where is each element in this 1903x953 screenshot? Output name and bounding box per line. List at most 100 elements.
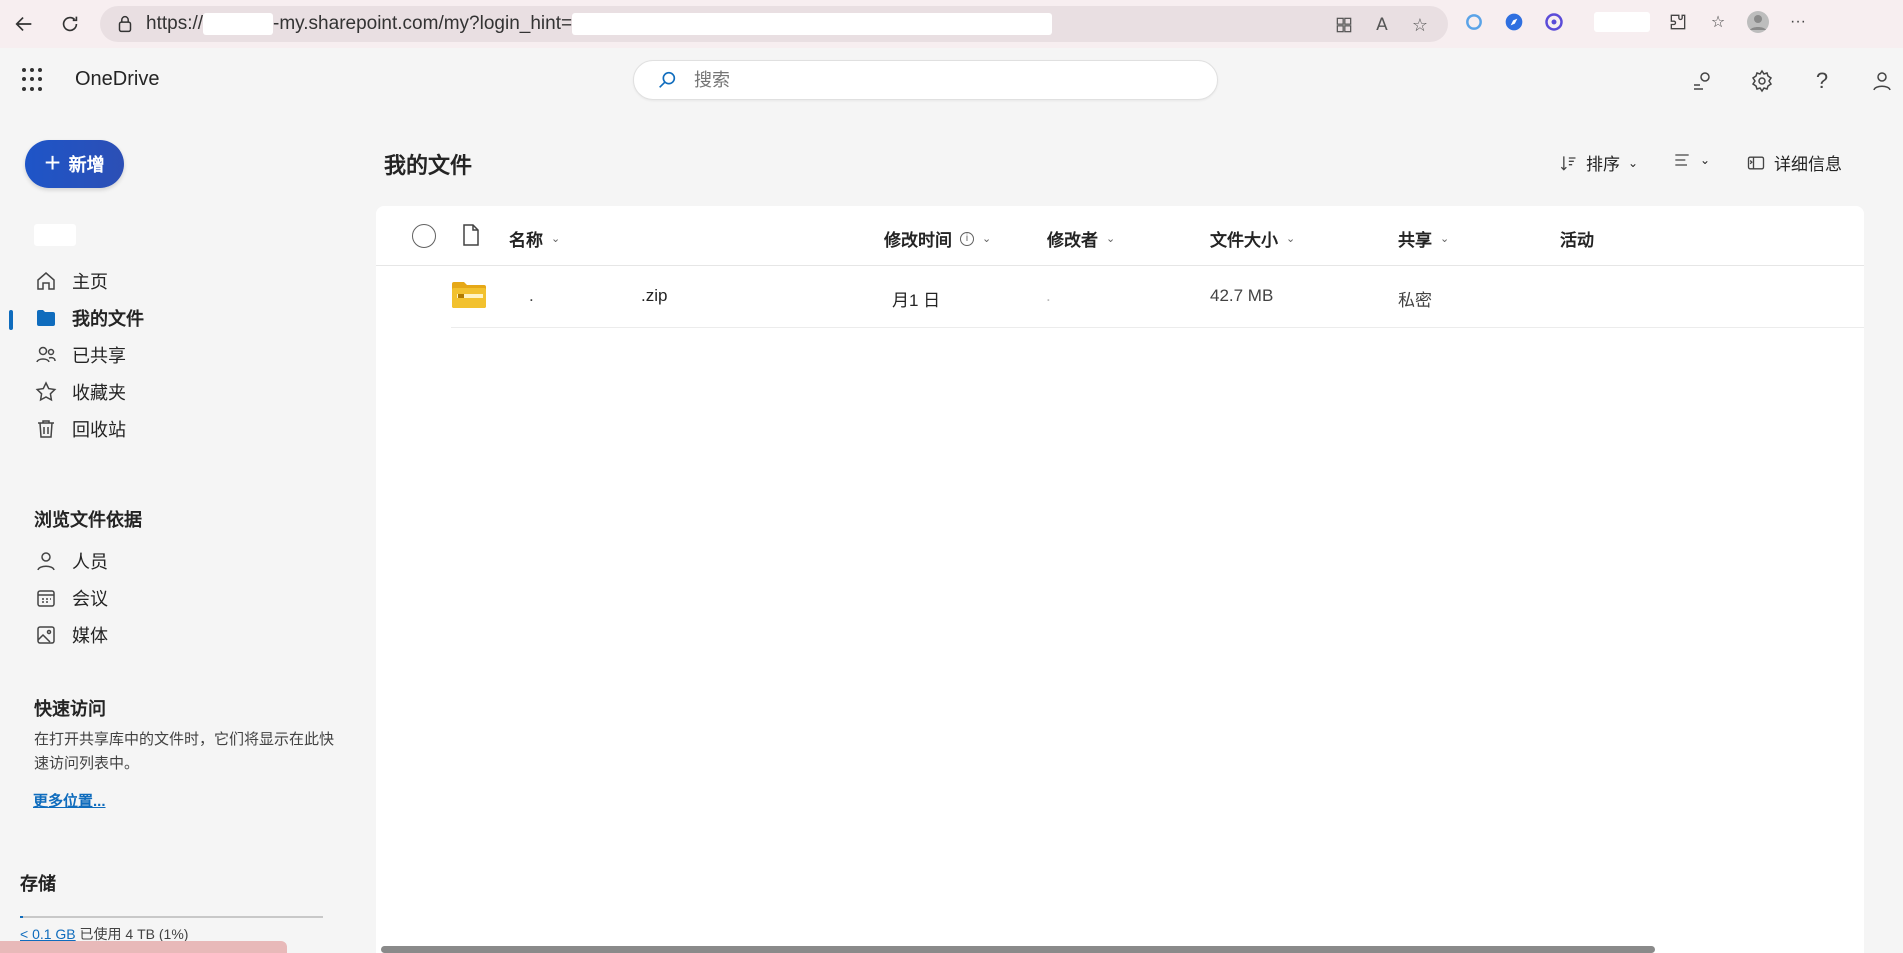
- storage-bar: [20, 916, 323, 918]
- apps-icon[interactable]: [1332, 13, 1356, 37]
- nav-item-label: 媒体: [72, 626, 108, 646]
- table-row[interactable]: . .zip 月1 日 . 42.7 MB 私密: [451, 266, 1864, 328]
- feedback-icon[interactable]: [1687, 66, 1717, 96]
- star-icon: [35, 381, 57, 402]
- search-input[interactable]: [694, 69, 1217, 91]
- storage-title: 存储: [20, 874, 56, 894]
- chevron-down-icon: ⌄: [1286, 233, 1296, 245]
- search-box[interactable]: [633, 60, 1218, 100]
- nav-item-shared[interactable]: 已共享: [0, 335, 372, 375]
- taskbar-fragment: [0, 941, 287, 953]
- column-header-name[interactable]: 名称 ⌄: [509, 226, 560, 251]
- nav-item-label: 我的文件: [72, 309, 144, 329]
- extension-aperture-icon[interactable]: [1542, 10, 1566, 34]
- nav-item-people[interactable]: 人员: [0, 541, 372, 581]
- redacted-extension: [1594, 12, 1650, 32]
- file-size: 42.7 MB: [1210, 286, 1274, 305]
- file-name-prefix[interactable]: .: [529, 286, 534, 306]
- app-launcher-icon[interactable]: [22, 68, 46, 92]
- sort-icon: [1560, 155, 1576, 171]
- chevron-down-icon: ⌄: [1628, 155, 1639, 170]
- more-icon[interactable]: ···: [1786, 10, 1810, 34]
- select-all-checkbox[interactable]: [412, 224, 436, 248]
- url-middle: -my.sharepoint.com/my?login_hint=: [273, 13, 573, 34]
- sort-button[interactable]: 排序 ⌄: [1558, 150, 1638, 175]
- column-label: 名称: [509, 231, 543, 250]
- column-label: 文件大小: [1210, 231, 1278, 250]
- app-name[interactable]: OneDrive: [75, 68, 159, 91]
- back-icon[interactable]: [4, 4, 44, 44]
- plus-icon: +: [44, 146, 61, 178]
- nav-item-label: 已共享: [72, 346, 126, 366]
- person-icon: [37, 552, 55, 571]
- extension-circle-icon[interactable]: [1462, 10, 1486, 34]
- details-pane-icon: [1747, 156, 1765, 169]
- nav-item-label: 会议: [72, 589, 108, 609]
- chevron-down-icon: ⌄: [982, 233, 992, 245]
- browse-section-title: 浏览文件依据: [34, 510, 142, 530]
- storage-total: 已使用 4 TB (1%): [75, 926, 189, 942]
- modified-by: .: [1046, 286, 1051, 305]
- column-label: 修改者: [1047, 231, 1098, 250]
- favorite-icon[interactable]: ☆: [1408, 13, 1432, 37]
- nav-item-home[interactable]: 主页: [0, 261, 372, 301]
- column-label: 共享: [1398, 231, 1432, 250]
- details-button[interactable]: 详细信息: [1746, 150, 1842, 175]
- favorites-bar-icon[interactable]: ☆: [1706, 10, 1730, 34]
- browser-toolbar: https:// -my.sharepoint.com/my?login_hin…: [0, 0, 1903, 48]
- nav-item-label: 回收站: [72, 420, 126, 440]
- column-header-sharing[interactable]: 共享 ⌄: [1398, 226, 1449, 251]
- file-name-extension[interactable]: .zip: [641, 286, 667, 306]
- column-label: 活动: [1560, 231, 1594, 250]
- horizontal-scrollbar[interactable]: [381, 946, 1655, 953]
- trash-icon: [38, 420, 54, 438]
- column-header-size[interactable]: 文件大小 ⌄: [1210, 226, 1295, 251]
- details-label: 详细信息: [1774, 155, 1842, 174]
- home-icon: [37, 272, 55, 290]
- lock-icon[interactable]: [114, 13, 136, 35]
- list-header: 名称 ⌄ 修改时间 i ⌄ 修改者 ⌄ 文件大小 ⌄ 共享 ⌄ 活动: [376, 206, 1864, 266]
- refresh-icon[interactable]: [50, 4, 90, 44]
- sharing-status: 私密: [1398, 291, 1432, 310]
- storage-bar-fill: [20, 916, 24, 918]
- redacted-tenant: [203, 13, 274, 35]
- modified-date: 月1 日: [892, 291, 941, 310]
- column-header-modified[interactable]: 修改时间 i ⌄: [884, 226, 991, 251]
- new-button[interactable]: + 新增: [25, 140, 124, 188]
- help-icon[interactable]: ?: [1807, 66, 1837, 96]
- extension-compass-icon[interactable]: [1502, 10, 1526, 34]
- quick-access-title: 快速访问: [34, 699, 106, 719]
- info-icon[interactable]: i: [960, 231, 974, 246]
- sort-label: 排序: [1586, 155, 1620, 174]
- nav-item-label: 收藏夹: [72, 383, 126, 403]
- gear-icon[interactable]: [1747, 66, 1777, 96]
- column-label: 修改时间: [884, 231, 952, 250]
- nav-item-my-files[interactable]: 我的文件: [0, 298, 372, 338]
- storage-used-link[interactable]: < 0.1 GB: [20, 926, 76, 942]
- people-icon: [36, 346, 56, 363]
- more-places-link[interactable]: 更多位置...: [33, 790, 106, 811]
- chevron-down-icon: ⌄: [1700, 153, 1711, 167]
- nav-item-media[interactable]: 媒体: [0, 615, 372, 655]
- calendar-icon: [37, 590, 55, 607]
- address-bar[interactable]: https:// -my.sharepoint.com/my?login_hin…: [100, 6, 1448, 42]
- image-icon: [37, 626, 55, 644]
- view-options-button[interactable]: ⌄: [1672, 150, 1710, 170]
- chevron-down-icon: ⌄: [551, 233, 561, 245]
- column-header-activity[interactable]: 活动: [1560, 226, 1594, 251]
- chevron-down-icon: ⌄: [1440, 233, 1450, 245]
- profile-icon[interactable]: [1746, 10, 1770, 34]
- nav-item-favorites[interactable]: 收藏夹: [0, 372, 372, 412]
- file-type-icon[interactable]: [462, 224, 480, 246]
- nav-item-label: 人员: [72, 552, 108, 572]
- nav-item-recycle-bin[interactable]: 回收站: [0, 409, 372, 449]
- redacted-login-hint: [572, 13, 1053, 35]
- nav-item-meetings[interactable]: 会议: [0, 578, 372, 618]
- column-header-modified-by[interactable]: 修改者 ⌄: [1047, 226, 1115, 251]
- account-icon[interactable]: [1867, 66, 1897, 96]
- read-aloud-icon[interactable]: A: [1370, 13, 1394, 37]
- folder-icon: [37, 310, 55, 326]
- search-icon: [659, 71, 676, 88]
- quick-access-description: 在打开共享库中的文件时，它们将显示在此快速访问列表中。: [34, 731, 335, 772]
- extensions-icon[interactable]: [1666, 10, 1690, 34]
